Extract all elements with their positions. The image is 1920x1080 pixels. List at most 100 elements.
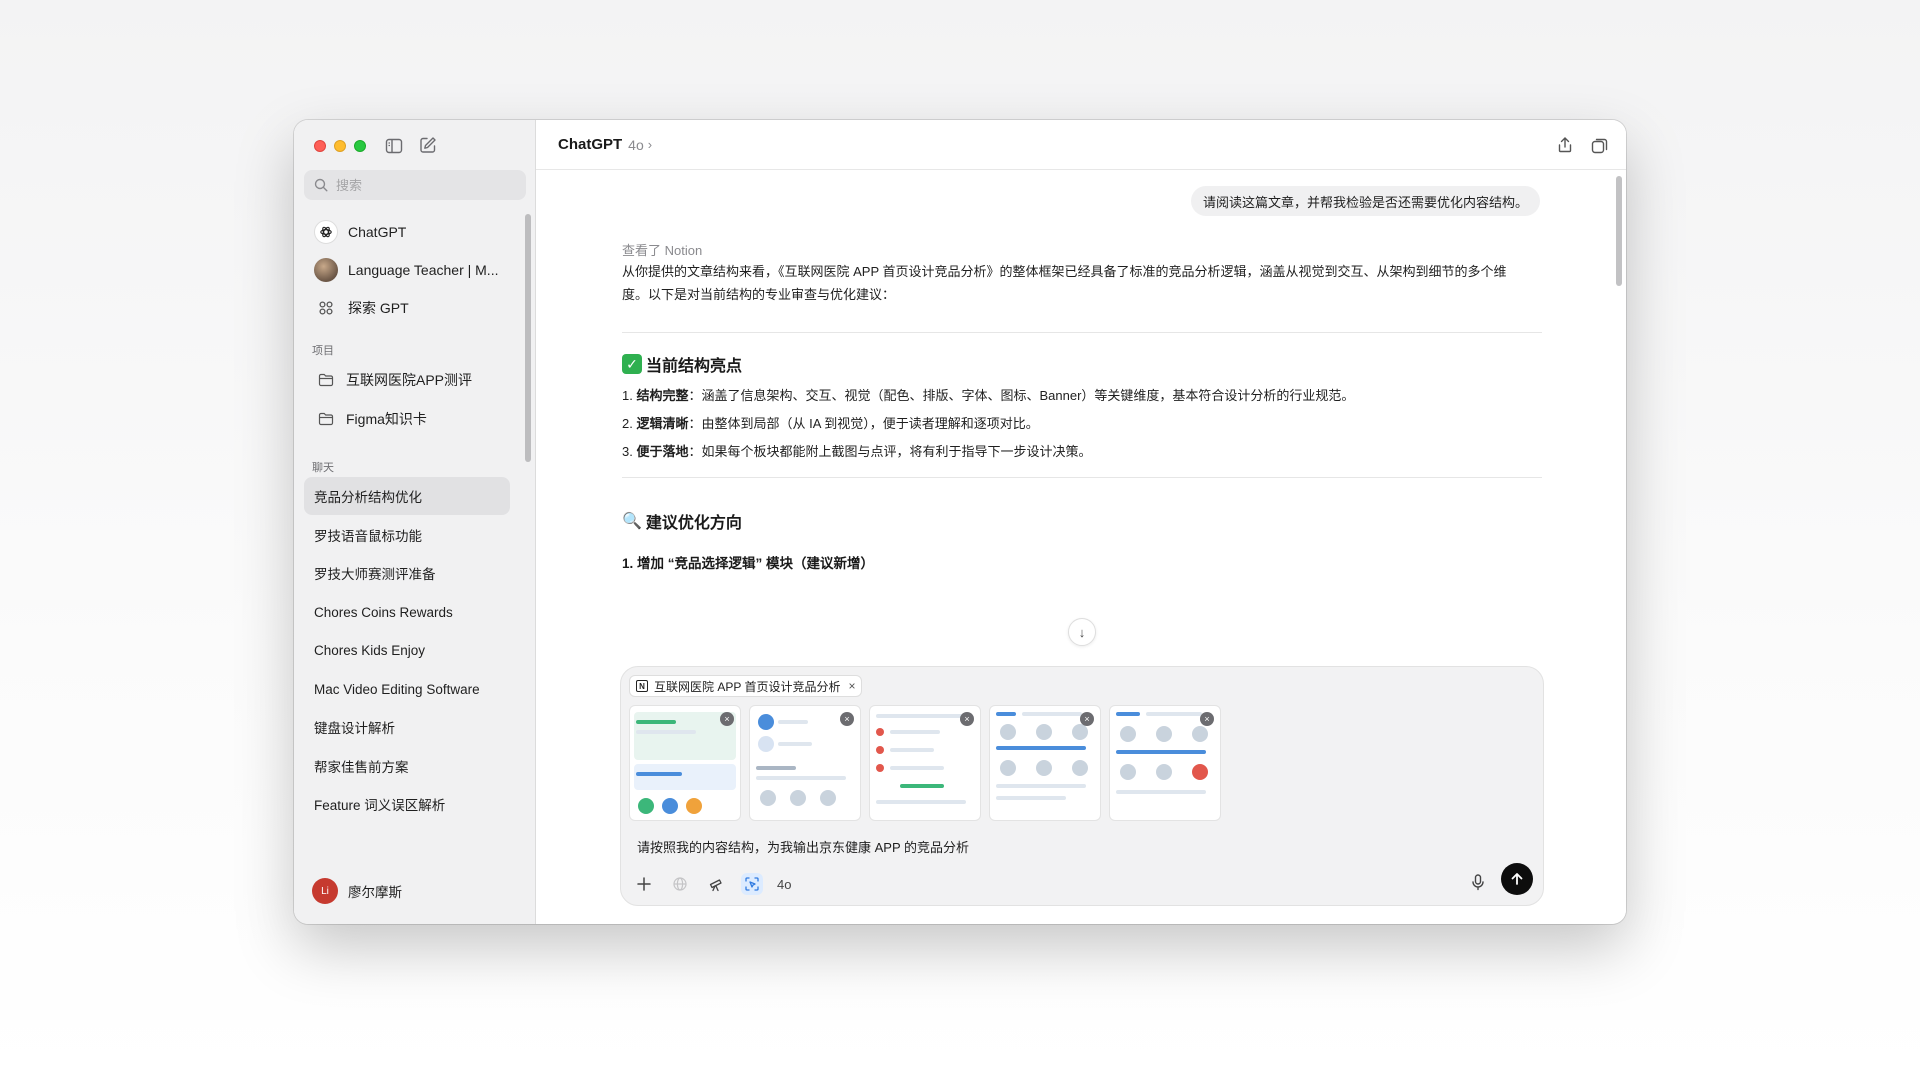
thumb-dot — [876, 746, 884, 754]
grid-icon — [314, 296, 338, 320]
thumb-avatar — [1120, 764, 1136, 780]
thumb-avatar — [1156, 764, 1172, 780]
image-thumbnail[interactable]: × — [989, 705, 1101, 821]
avatar: Li — [312, 878, 338, 904]
composer: N 互联网医院 APP 首页设计竞品分析 × × × × × × 请按照我的内容… — [620, 666, 1544, 906]
chat-item[interactable]: 键盘设计解析 — [304, 708, 510, 746]
chat-item[interactable]: 帮家佳售前方案 — [304, 747, 510, 785]
thumb-dot — [876, 764, 884, 772]
list-text: ：涵盖了信息架构、交互、视觉（配色、排版、字体、图标、Banner）等关键维度，… — [688, 388, 1355, 403]
attachment-chip[interactable]: N 互联网医院 APP 首页设计竞品分析 × — [629, 675, 863, 697]
sidebar-item-project-hospital-app[interactable]: 互联网医院APP测评 — [304, 364, 514, 396]
remove-image-icon[interactable]: × — [720, 712, 734, 726]
list-text: ：由整体到局部（从 IA 到视觉），便于读者理解和逐项对比。 — [688, 416, 1039, 431]
section-title: 当前结构亮点 — [646, 358, 743, 375]
chat-label: 键盘设计解析 — [314, 721, 395, 736]
chat-item[interactable]: 罗技语音鼠标功能 — [304, 516, 510, 554]
viewed-source-note[interactable]: 查看了 Notion — [622, 240, 1542, 259]
thumb-icon — [758, 736, 774, 752]
message-input[interactable]: 请按照我的内容结构，为我输出京东健康 APP 的竞品分析 — [637, 837, 969, 856]
thumb-avatar — [1000, 760, 1016, 776]
thumb-line — [996, 796, 1066, 800]
projects-section-label: 项目 — [312, 345, 334, 357]
folder-icon — [318, 373, 334, 387]
maximize-window-button[interactable] — [354, 140, 366, 152]
thumb-avatar — [1192, 764, 1208, 780]
remove-image-icon[interactable]: × — [840, 712, 854, 726]
model-label[interactable]: 4o — [777, 877, 791, 892]
globe-icon[interactable] — [669, 873, 691, 895]
sidebar-item-project-figma[interactable]: Figma知识卡 — [304, 403, 514, 435]
chevron-right-icon[interactable]: › — [648, 137, 652, 152]
thumb-icon — [686, 798, 702, 814]
image-thumbnail[interactable]: × — [749, 705, 861, 821]
arrow-up-icon — [1511, 873, 1523, 885]
thumb-avatar — [1000, 724, 1016, 740]
image-thumbnail[interactable]: × — [1109, 705, 1221, 821]
thumb-avatar — [820, 790, 836, 806]
sidebar-toggle-icon[interactable] — [384, 136, 404, 156]
chat-item[interactable]: Mac Video Editing Software — [304, 670, 510, 708]
sidebar-scrollbar[interactable] — [525, 214, 531, 462]
chat-item[interactable]: Chores Coins Rewards — [304, 593, 510, 631]
new-window-icon[interactable] — [1590, 136, 1610, 156]
sidebar-item-chatgpt[interactable]: ChatGPT — [304, 212, 514, 252]
model-version[interactable]: 4o — [628, 137, 644, 153]
user-profile[interactable]: Li 廖尔摩斯 — [312, 878, 402, 904]
telescope-icon[interactable] — [705, 873, 727, 895]
screen-select-icon[interactable] — [741, 873, 763, 895]
remove-attachment-icon[interactable]: × — [848, 679, 855, 693]
search-input[interactable] — [336, 177, 506, 193]
list-number: 3. — [622, 444, 633, 459]
list-bold: 逻辑清晰 — [636, 416, 689, 431]
model-switcher-title[interactable]: ChatGPT — [558, 136, 622, 153]
image-thumbnail[interactable]: × — [869, 705, 981, 821]
thumb-avatar — [1192, 726, 1208, 742]
thumb-line — [756, 776, 846, 780]
chat-item-active[interactable]: 竞品分析结构优化 — [304, 477, 510, 515]
share-icon[interactable] — [1556, 136, 1574, 154]
openai-logo-icon — [314, 220, 338, 244]
chat-label: 罗技语音鼠标功能 — [314, 529, 422, 544]
chat-item[interactable]: Chores Kids Enjoy — [304, 631, 510, 669]
new-chat-icon[interactable] — [418, 135, 438, 155]
chat-label: Chores Kids Enjoy — [314, 642, 426, 658]
thumb-avatar — [790, 790, 806, 806]
project-label: Figma知识卡 — [346, 411, 427, 427]
search-bar[interactable] — [304, 170, 526, 200]
sidebar-item-language-teacher[interactable]: Language Teacher | M... — [304, 250, 514, 290]
remove-image-icon[interactable]: × — [1080, 712, 1094, 726]
remove-image-icon[interactable]: × — [960, 712, 974, 726]
remove-image-icon[interactable]: × — [1200, 712, 1214, 726]
project-label: 互联网医院APP测评 — [346, 372, 473, 388]
sidebar-item-explore-gpts[interactable]: 探索 GPT — [304, 288, 514, 328]
chat-item[interactable]: Feature 词义误区解析 — [304, 785, 510, 823]
scroll-down-button[interactable]: ↓ — [1068, 618, 1096, 646]
thumb-avatar — [1072, 760, 1088, 776]
plus-icon[interactable] — [633, 873, 655, 895]
close-window-button[interactable] — [314, 140, 326, 152]
chat-item[interactable]: 罗技大师赛测评准备 — [304, 554, 510, 592]
thumb-icon — [758, 714, 774, 730]
send-button[interactable] — [1501, 863, 1533, 895]
conversation-scrollbar[interactable] — [1616, 176, 1622, 286]
thumb-line — [876, 800, 966, 804]
chat-label: 罗技大师赛测评准备 — [314, 567, 436, 582]
microphone-icon[interactable] — [1469, 873, 1487, 891]
thumb-line — [876, 714, 972, 718]
list-item: 1. 结构完整：涵盖了信息架构、交互、视觉（配色、排版、字体、图标、Banner… — [622, 385, 1542, 404]
minimize-window-button[interactable] — [334, 140, 346, 152]
chat-label: 竞品分析结构优化 — [314, 490, 422, 505]
assistant-intro: 从你提供的文章结构来看，《互联网医院 APP 首页设计竞品分析》的整体框架已经具… — [622, 260, 1542, 306]
section-title: 建议优化方向 — [645, 515, 742, 532]
list-number: 2. — [622, 416, 633, 431]
list-bold: 便于落地 — [636, 444, 689, 459]
thumb-icon — [638, 798, 654, 814]
thumb-line — [890, 748, 934, 752]
chat-label: Chores Coins Rewards — [314, 604, 453, 620]
chat-label: 帮家佳售前方案 — [314, 760, 409, 775]
image-thumbnail[interactable]: × — [629, 705, 741, 821]
intro-line: 度。以下是对当前结构的专业审查与优化建议： — [622, 287, 896, 302]
app-window: ChatGPT Language Teacher | M... 探索 GPT 项… — [294, 120, 1626, 924]
thumb-line — [778, 720, 808, 724]
